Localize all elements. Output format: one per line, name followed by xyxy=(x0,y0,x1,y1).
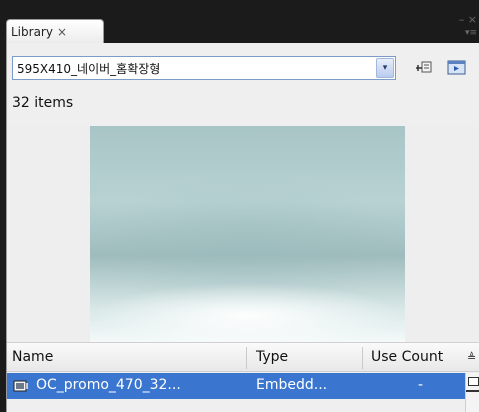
library-panel: Library × – × ▾≡ 595X410_네이버_홈확장형 ▾ 32 i… xyxy=(0,0,479,412)
item-count: 32 items xyxy=(12,95,74,111)
column-divider[interactable] xyxy=(246,347,247,369)
vertical-scrollbar[interactable] xyxy=(465,373,479,412)
column-divider[interactable] xyxy=(362,347,363,369)
tab-library[interactable]: Library × xyxy=(6,19,104,43)
row-name: OC_promo_470_32... xyxy=(36,377,181,393)
column-header: Name Type Use Count ≜ xyxy=(7,342,479,372)
document-select-value: 595X410_네이버_홈확장형 xyxy=(17,61,161,76)
preview-area xyxy=(7,126,479,342)
chevron-down-icon[interactable]: ▾ xyxy=(376,58,394,78)
new-library-panel-icon[interactable] xyxy=(447,60,467,76)
window-controls: – × ▾≡ xyxy=(459,13,477,38)
library-body: 595X410_네이버_홈확장형 ▾ 32 items Name Type Us… xyxy=(6,43,479,412)
document-select[interactable]: 595X410_네이버_홈확장형 ▾ xyxy=(12,56,396,80)
column-use-count[interactable]: Use Count xyxy=(371,349,443,365)
minimize-icon[interactable]: – xyxy=(459,13,465,26)
embedded-video-icon xyxy=(13,380,28,392)
row-type: Embedd... xyxy=(256,377,328,393)
tab-close-icon[interactable]: × xyxy=(57,25,67,39)
sort-toggle-icon[interactable]: ≜ xyxy=(467,351,476,364)
column-type[interactable]: Type xyxy=(256,349,288,365)
pin-library-icon[interactable] xyxy=(415,60,433,76)
tab-bar: Library × – × ▾≡ xyxy=(6,13,479,43)
tab-label: Library xyxy=(11,24,53,39)
symbol-preview-image xyxy=(90,126,405,342)
column-name[interactable]: Name xyxy=(12,349,53,365)
row-use-count: - xyxy=(418,377,424,393)
table-row[interactable]: OC_promo_470_32... Embedd... - xyxy=(7,373,465,399)
panel-menu-icon[interactable]: ▾≡ xyxy=(459,28,477,38)
close-icon[interactable]: × xyxy=(468,13,477,26)
scroll-button[interactable] xyxy=(468,377,479,386)
scroll-track-line xyxy=(466,390,479,392)
